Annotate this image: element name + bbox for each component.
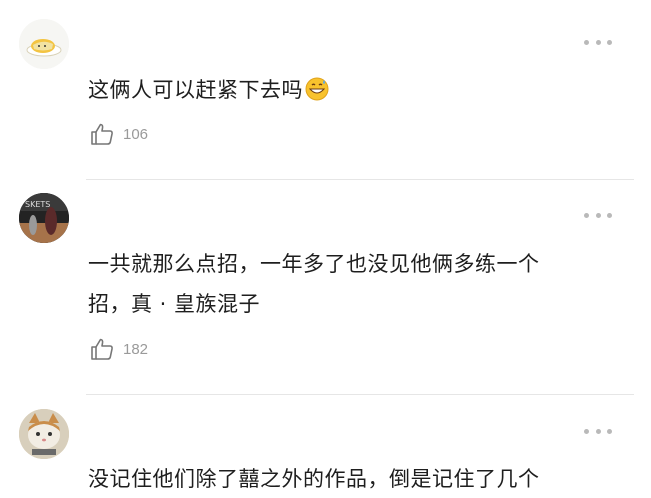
avatar[interactable] bbox=[19, 409, 69, 459]
comment-item: SKETS 一共就那么点招，一年多了也没见他俩多练一个 招，真 · 皇族混子 1… bbox=[0, 180, 651, 395]
comment-text-line: 一共就那么点招，一年多了也没见他俩多练一个 bbox=[88, 252, 540, 276]
svg-text:SKETS: SKETS bbox=[25, 200, 50, 209]
comment-text: 一共就那么点招，一年多了也没见他俩多练一个 招，真 · 皇族混子 bbox=[88, 246, 608, 323]
like-count: 106 bbox=[123, 125, 149, 143]
avatar[interactable]: SKETS bbox=[19, 193, 69, 243]
thumbs-up-icon bbox=[91, 338, 113, 360]
gudetama-egg-avatar-icon bbox=[19, 19, 69, 69]
avatar[interactable] bbox=[19, 19, 69, 69]
comment-text-line: 招，真 · 皇族混子 bbox=[88, 292, 261, 316]
like-button[interactable]: 182 bbox=[89, 336, 148, 362]
more-icon[interactable] bbox=[584, 210, 612, 220]
more-icon[interactable] bbox=[584, 426, 612, 436]
comment-text: 没记住他们除了囍之外的作品，倒是记住了几个 bbox=[88, 467, 540, 491]
basketball-stage-avatar-icon: SKETS bbox=[19, 193, 69, 243]
like-count: 182 bbox=[123, 340, 149, 358]
thumbs-up-icon bbox=[91, 123, 113, 145]
grinning-sweat-emoji-icon bbox=[305, 77, 329, 101]
comment-item: 没记住他们除了囍之外的作品，倒是记住了几个 bbox=[0, 395, 651, 491]
more-icon[interactable] bbox=[584, 37, 612, 47]
comment-text: 这俩人可以赶紧下去吗 bbox=[88, 72, 608, 109]
cat-avatar-icon bbox=[19, 409, 69, 459]
comment-item: 这俩人可以赶紧下去吗 106 bbox=[0, 0, 651, 180]
like-button[interactable]: 106 bbox=[89, 121, 148, 147]
